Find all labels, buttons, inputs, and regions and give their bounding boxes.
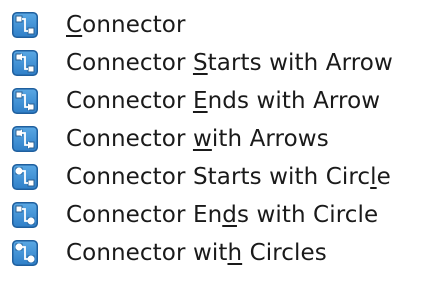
connector-starts-with-arrow-icon	[12, 50, 38, 76]
menu-item-label: Connector with Circles	[66, 240, 327, 266]
mnemonic-letter: C	[66, 12, 83, 38]
menu-item-label: Connector Ends with Circle	[66, 202, 379, 228]
mnemonic-letter: E	[192, 88, 208, 114]
connector-with-arrows-icon	[12, 126, 38, 152]
menu-item-connector-starts-with-circle[interactable]: Connector Starts with Circle	[0, 158, 428, 196]
menu-item-label: Connector	[66, 12, 186, 38]
menu-item-connector-ends-with-arrow[interactable]: Connector Ends with Arrow	[0, 82, 428, 120]
menu-item-label: Connector Starts with Circle	[66, 164, 391, 190]
mnemonic-letter: w	[192, 126, 212, 152]
connector-starts-with-circle-icon	[12, 164, 38, 190]
menu-item-label: Connector with Arrows	[66, 126, 329, 152]
menu-item-connector-ends-with-circle[interactable]: Connector Ends with Circle	[0, 196, 428, 234]
menu-item-label: Connector Starts with Arrow	[66, 50, 393, 76]
menu-item-label: Connector Ends with Arrow	[66, 88, 381, 114]
connector-icon	[12, 12, 38, 38]
connector-ends-with-circle-icon	[12, 202, 38, 228]
menu-item-connector-with-circles[interactable]: Connector with Circles	[0, 234, 428, 272]
menu-item-connector-starts-with-arrow[interactable]: Connector Starts with Arrow	[0, 44, 428, 82]
connector-ends-with-arrow-icon	[12, 88, 38, 114]
menu-item-connector-with-arrows[interactable]: Connector with Arrows	[0, 120, 428, 158]
mnemonic-letter: d	[222, 202, 237, 228]
connector-with-circles-icon	[12, 240, 38, 266]
connector-menu: Connector Connector Starts with Arrow Co…	[0, 0, 428, 284]
menu-item-connector[interactable]: Connector	[0, 6, 428, 44]
mnemonic-letter: h	[227, 240, 243, 266]
mnemonic-letter: S	[192, 50, 208, 76]
